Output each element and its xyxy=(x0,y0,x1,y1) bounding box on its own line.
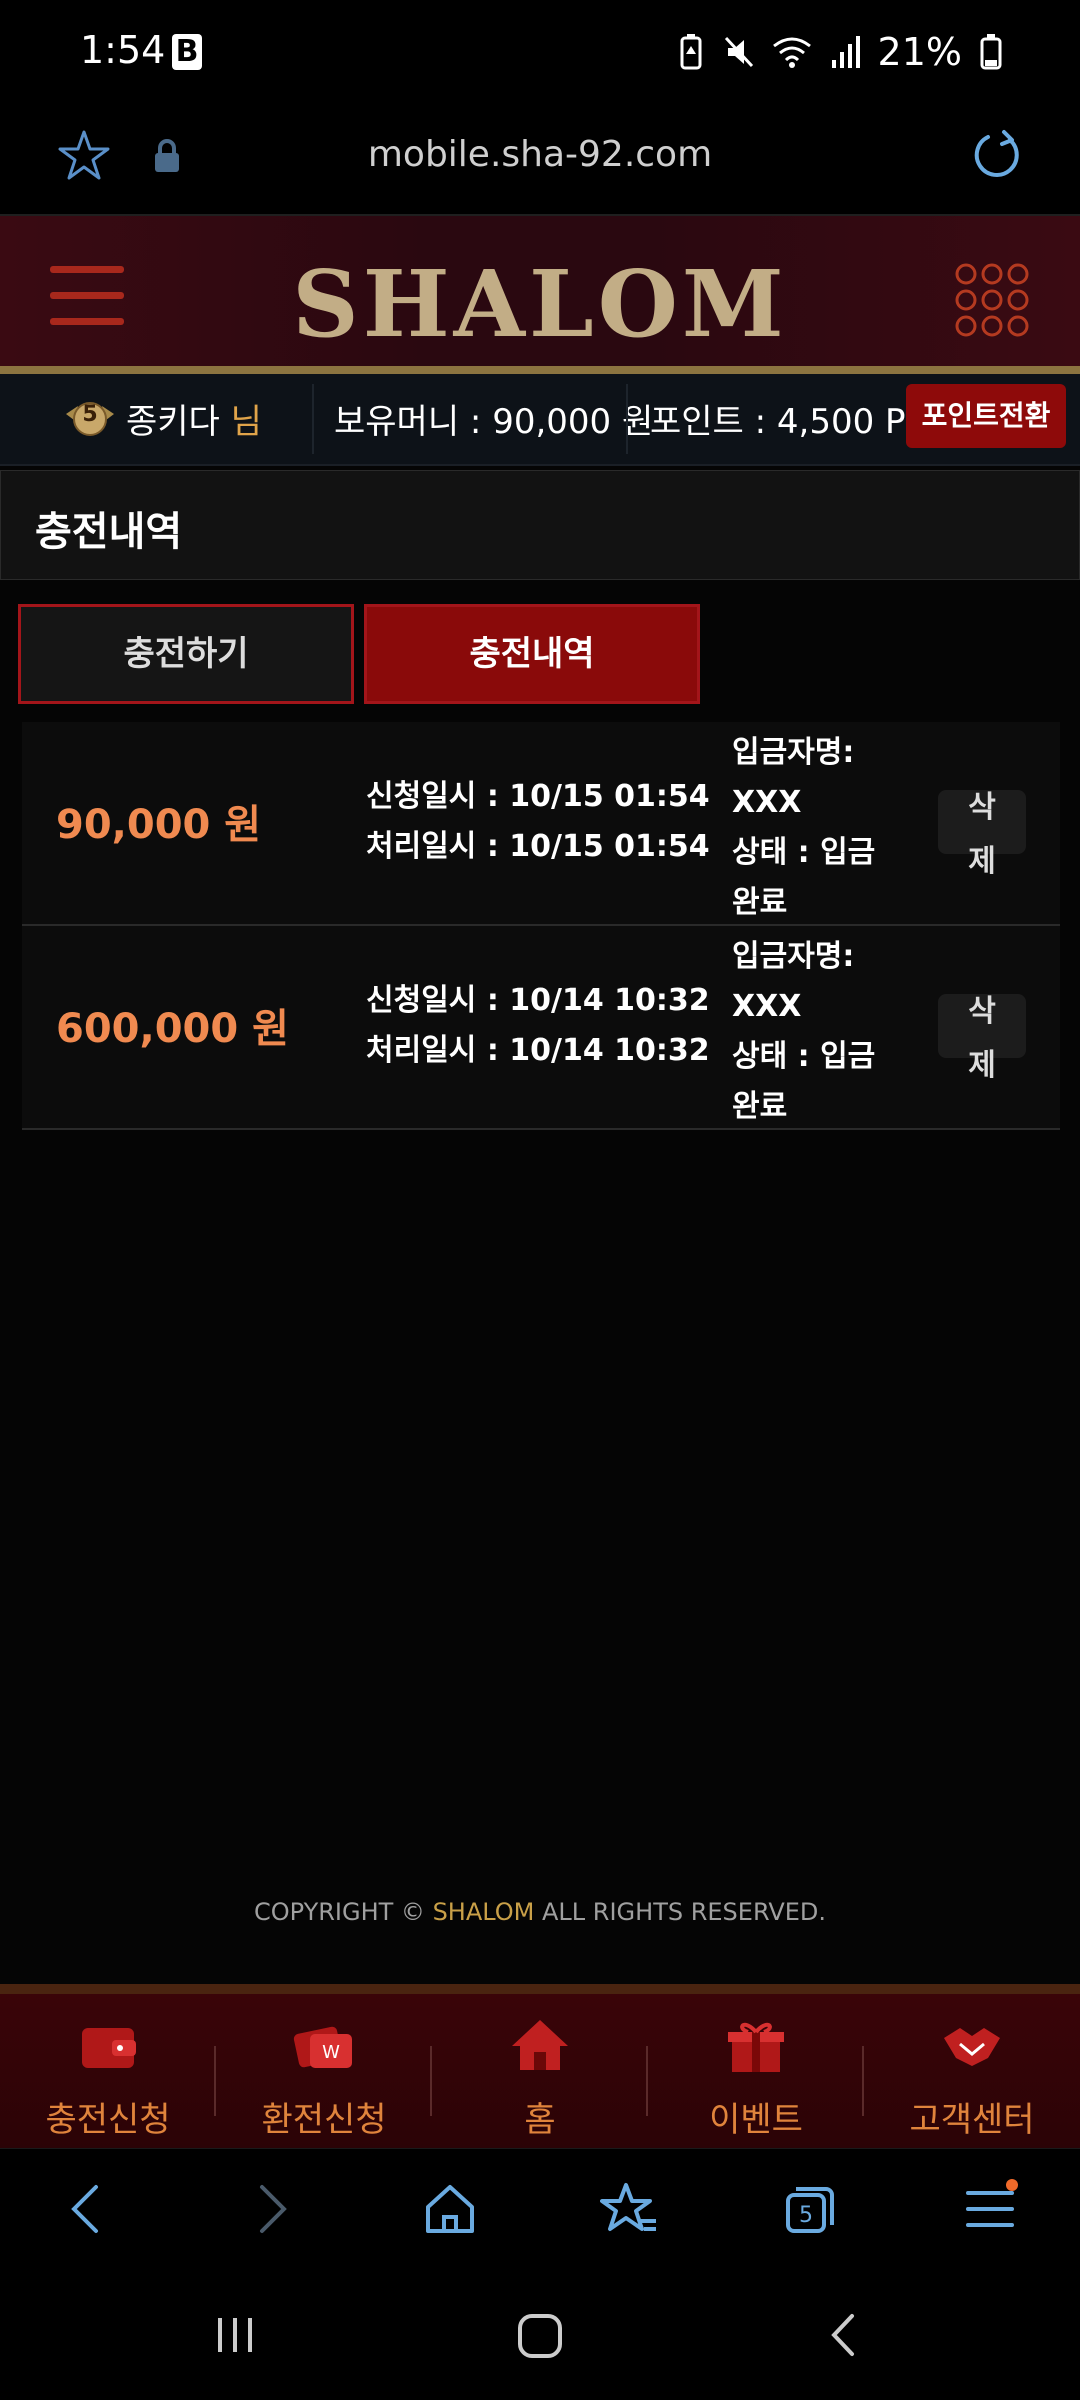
tab-charge[interactable]: 충전하기 xyxy=(18,604,354,704)
money-balance: 보유머니 : 90,000 원 xyxy=(334,402,654,442)
bookmarks-icon[interactable] xyxy=(600,2179,660,2239)
svg-text:5: 5 xyxy=(799,2203,813,2228)
mute-icon xyxy=(724,36,753,68)
tab-charge-history[interactable]: 충전내역 xyxy=(364,604,700,704)
app-notification-icon: B xyxy=(172,34,202,70)
depositor-label: 입금자명: xyxy=(732,939,855,974)
user-nickname: 종키다 xyxy=(126,402,220,442)
points-balance: 포인트 : 4,500 P xyxy=(650,402,906,442)
nav-exchange-request[interactable]: W 환전신청 xyxy=(216,2014,432,2154)
request-time: 신청일시 : 10/15 01:54 xyxy=(366,779,710,814)
nav-customer-center[interactable]: 고객센터 xyxy=(864,2014,1080,2154)
processed-time: 처리일시 : 10/14 10:32 xyxy=(366,1033,710,1068)
processed-time: 처리일시 : 10/15 01:54 xyxy=(366,829,710,864)
charge-dates: 신청일시 : 10/15 01:54 처리일시 : 10/15 01:54 xyxy=(366,772,710,872)
copyright: COPYRIGHT © SHALOM ALL RIGHTS RESERVED. xyxy=(0,1898,1080,1926)
delete-label: 제 xyxy=(968,1048,996,1083)
depositor-label: 입금자명: xyxy=(732,735,855,770)
signal-icon xyxy=(831,36,860,68)
delete-label: 삭 xyxy=(968,994,996,1029)
delete-label: 삭 xyxy=(968,790,996,825)
charge-amount: 600,000 원 xyxy=(56,1006,289,1052)
deposit-info: 입금자명: XXX 상태 : 입금 완료 xyxy=(732,932,892,1132)
nav-label: 환전신청 xyxy=(261,2100,387,2140)
browser-toolbar: 5 xyxy=(0,2148,1080,2273)
site-logo[interactable]: SHALOM xyxy=(0,250,1080,358)
nav-label: 고객센터 xyxy=(909,2100,1035,2140)
user-honorific: 님 xyxy=(230,402,262,442)
table-row: 600,000 원 신청일시 : 10/14 10:32 처리일시 : 10/1… xyxy=(22,926,1060,1130)
point-convert-button[interactable]: 포인트전환 xyxy=(906,384,1066,448)
battery-saver-icon xyxy=(680,34,702,70)
home-icon xyxy=(512,2020,568,2070)
nav-label: 이벤트 xyxy=(709,2100,803,2140)
charge-dates: 신청일시 : 10/14 10:32 처리일시 : 10/14 10:32 xyxy=(366,976,710,1076)
site-header: SHALOM xyxy=(0,216,1080,366)
svg-text:W: W xyxy=(322,2042,340,2063)
user-info-bar: 5 종키다 님 보유머니 : 90,000 원 포인트 : 4,500 P 포인… xyxy=(0,374,1080,466)
status-indicators: 21% xyxy=(676,30,1002,74)
wifi-icon xyxy=(772,37,811,68)
nav-label: 홈 xyxy=(524,2100,556,2140)
request-time: 신청일시 : 10/14 10:32 xyxy=(366,983,710,1018)
status-bar: 1:54 B 21% xyxy=(0,0,1080,110)
forward-icon[interactable] xyxy=(240,2179,300,2239)
delete-label: 제 xyxy=(968,844,996,879)
tabs-icon[interactable]: 5 xyxy=(778,2179,838,2239)
battery-percent: 21% xyxy=(877,30,962,74)
page-title-box: 충전내역 xyxy=(0,470,1080,580)
home-browser-icon[interactable] xyxy=(420,2179,480,2239)
nav-label: 충전신청 xyxy=(45,2100,171,2140)
depositor-name: XXX xyxy=(732,785,802,820)
depositor-name: XXX xyxy=(732,989,802,1024)
battery-icon xyxy=(980,34,1002,70)
wallet-icon xyxy=(82,2028,136,2068)
status-text: 상태 : 입금 xyxy=(732,1039,876,1074)
url-text[interactable]: mobile.sha-92.com xyxy=(0,134,1080,175)
grid-menu-icon[interactable] xyxy=(952,260,1032,340)
gift-icon xyxy=(728,2022,784,2072)
nav-home[interactable]: 홈 xyxy=(432,2014,648,2154)
menu-icon[interactable] xyxy=(960,2179,1020,2239)
system-navigation-bar xyxy=(0,2272,1080,2400)
browser-url-bar: mobile.sha-92.com xyxy=(0,110,1080,216)
copyright-brand: SHALOM xyxy=(432,1898,535,1926)
delete-button[interactable]: 삭 제 xyxy=(938,790,1026,879)
back-icon[interactable] xyxy=(58,2179,118,2239)
page-title: 충전내역 xyxy=(35,509,183,555)
level-number: 5 xyxy=(82,402,98,427)
user-name: 종키다 님 xyxy=(126,394,262,443)
divider xyxy=(312,384,314,454)
divider xyxy=(626,384,628,454)
delete-button[interactable]: 삭 제 xyxy=(938,994,1026,1083)
exchange-card-icon: W xyxy=(293,2026,352,2068)
status-text-cont: 완료 xyxy=(732,885,788,920)
system-home-icon[interactable] xyxy=(514,2310,566,2362)
nav-charge-request[interactable]: 충전신청 xyxy=(0,2014,216,2154)
recent-apps-icon[interactable] xyxy=(210,2310,260,2360)
reload-icon[interactable] xyxy=(966,126,1026,186)
handshake-icon xyxy=(944,2028,1000,2066)
table-row: 90,000 원 신청일시 : 10/15 01:54 처리일시 : 10/15… xyxy=(22,722,1060,926)
bottom-nav: 충전신청 W 환전신청 홈 이벤트 고객센터 xyxy=(0,1984,1080,2158)
copyright-suffix: ALL RIGHTS RESERVED. xyxy=(534,1898,827,1926)
status-text: 상태 : 입금 xyxy=(732,835,876,870)
charge-amount: 90,000 원 xyxy=(56,802,262,848)
copyright-prefix: COPYRIGHT © xyxy=(253,1898,433,1926)
deposit-info: 입금자명: XXX 상태 : 입금 완료 xyxy=(732,728,892,928)
header-divider xyxy=(0,366,1080,374)
status-text-cont: 완료 xyxy=(732,1089,788,1124)
nav-event[interactable]: 이벤트 xyxy=(648,2014,864,2154)
system-back-icon[interactable] xyxy=(820,2310,870,2360)
status-time: 1:54 xyxy=(80,28,166,72)
